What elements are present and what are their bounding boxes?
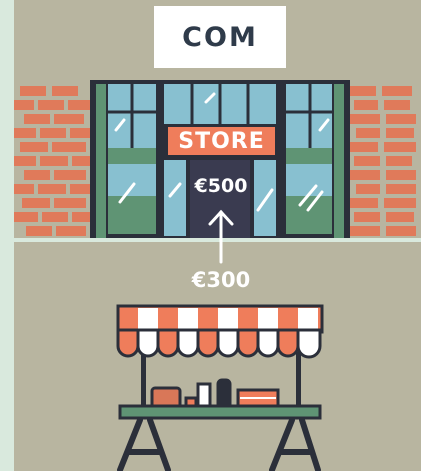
title-card: COM bbox=[154, 6, 286, 68]
page-title: COM bbox=[182, 21, 258, 53]
illustration-scene: COM STORE €500 €300 bbox=[0, 0, 421, 471]
scene-artwork bbox=[14, 0, 421, 471]
store-sign: STORE bbox=[165, 124, 278, 158]
store-price-label: €500 bbox=[194, 175, 248, 197]
stall-price-label: €300 bbox=[191, 268, 251, 292]
brick-wall-left bbox=[14, 86, 90, 236]
store-sign-label: STORE bbox=[178, 128, 265, 154]
